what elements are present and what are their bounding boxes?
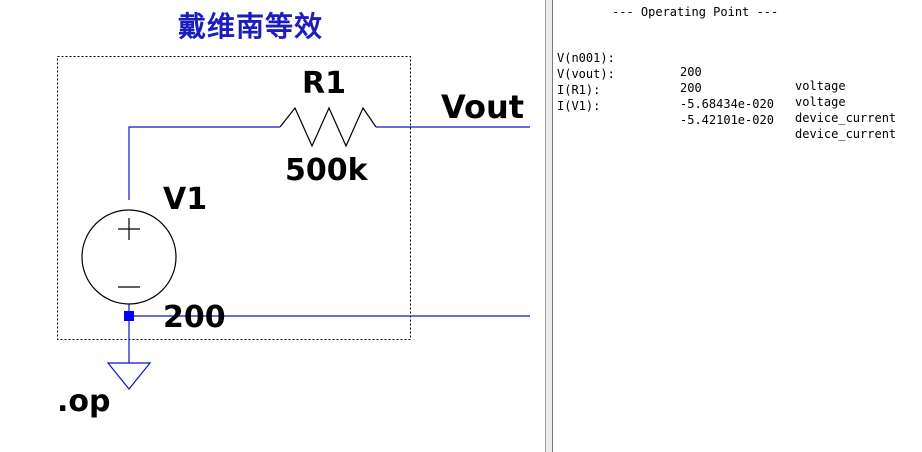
- ground-icon[interactable]: [106, 362, 152, 390]
- result-row: I(V1): -5.42101e-020 device_current: [557, 85, 917, 141]
- net-label-vout[interactable]: Vout: [441, 88, 524, 126]
- resistor-r1-symbol[interactable]: [279, 106, 377, 148]
- result-type: device_current: [795, 111, 897, 125]
- output-header: --- Operating Point ---: [612, 5, 779, 19]
- source-name-label[interactable]: V1: [163, 182, 207, 217]
- spice-directive[interactable]: .op: [57, 384, 110, 419]
- result-name: I(V1):: [557, 99, 601, 113]
- result-value: -5.42101e-020: [680, 113, 774, 127]
- result-type: device_current: [795, 127, 897, 141]
- resistor-value-label[interactable]: 500k: [285, 153, 368, 188]
- schematic-canvas[interactable]: 戴维南等效 R1 500k Vout V1 200 .op: [0, 0, 545, 452]
- result-row: V(n001): 200 voltage: [557, 37, 917, 93]
- result-row: V(vout): 200 voltage: [557, 53, 917, 109]
- resistor-name-label[interactable]: R1: [302, 66, 346, 101]
- result-row: I(R1): -5.68434e-020 device_current: [557, 69, 917, 125]
- junction-node: [124, 311, 134, 321]
- schematic-title: 戴维南等效: [178, 10, 324, 43]
- results-list: V(n001): 200 voltage V(vout): 200 voltag…: [557, 37, 917, 141]
- pane-splitter[interactable]: [545, 0, 553, 452]
- voltage-source-v1-symbol[interactable]: [81, 209, 177, 305]
- source-value-label[interactable]: 200: [163, 300, 226, 335]
- operating-point-panel: --- Operating Point --- V(n001): 200 vol…: [553, 0, 922, 452]
